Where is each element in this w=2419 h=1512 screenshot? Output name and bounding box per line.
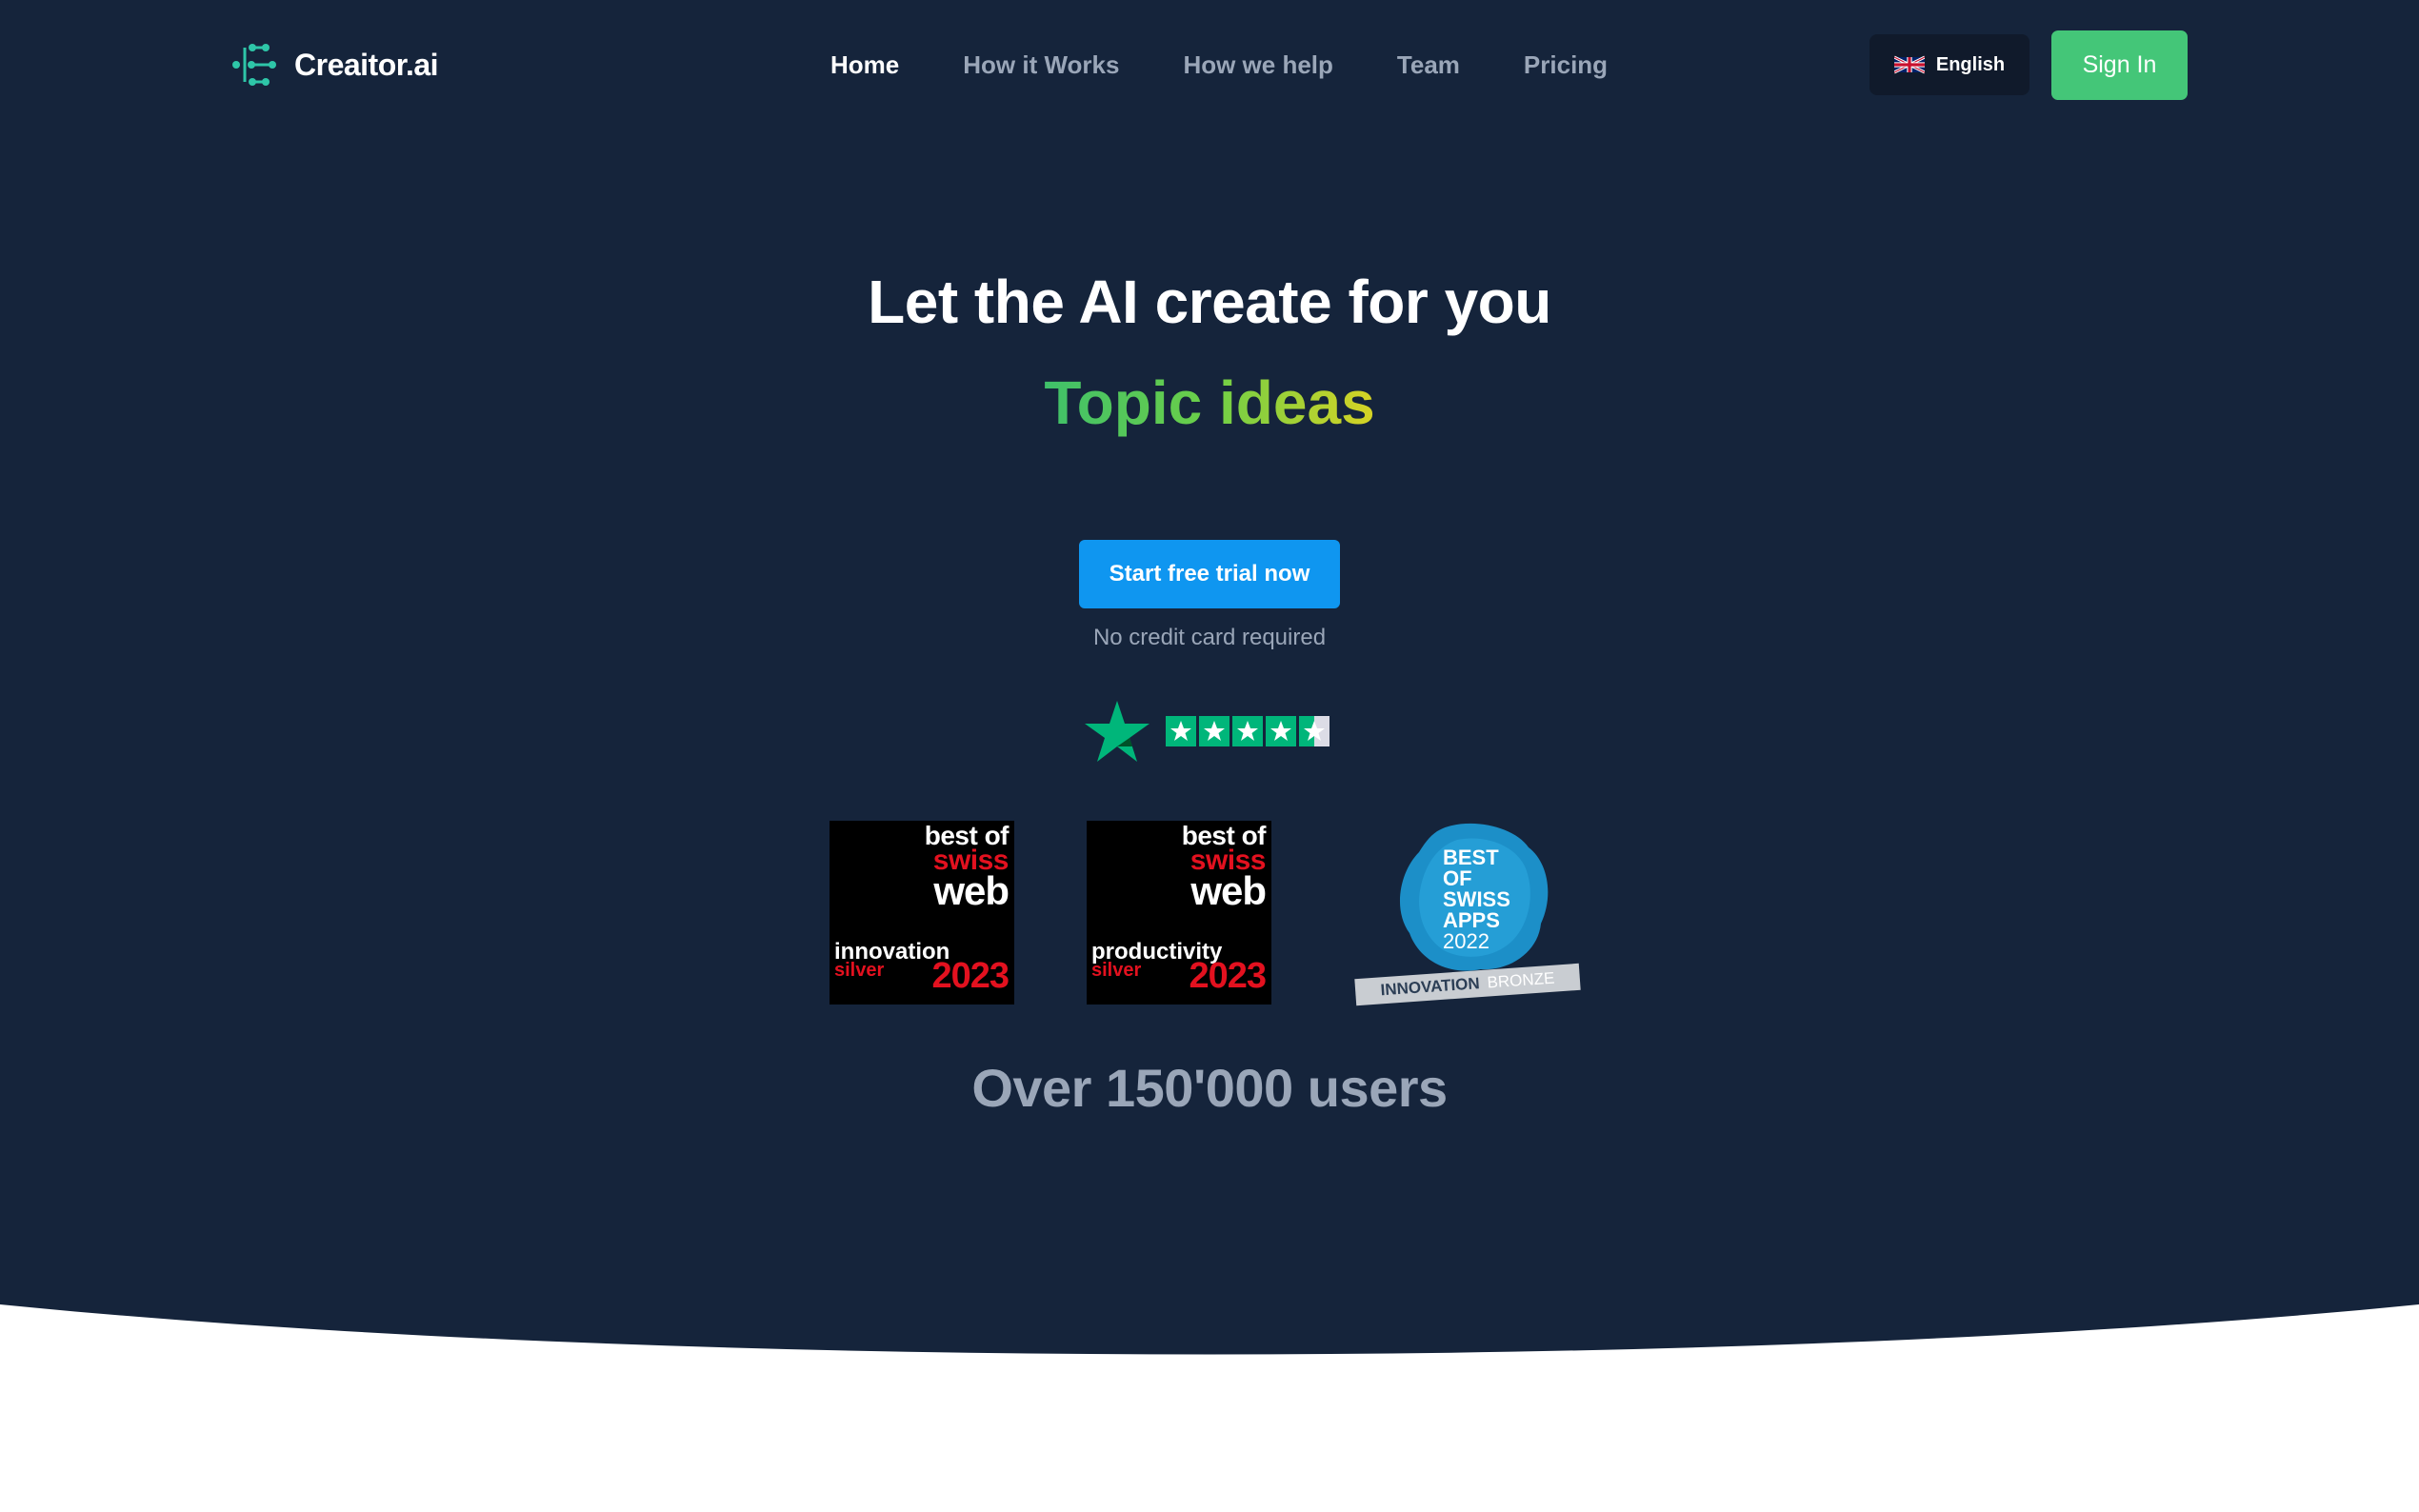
no-credit-card-note: No credit card required — [1092, 625, 1327, 650]
best-of-swiss-web-productivity-badge: best of swiss web productivity silver 20… — [1087, 821, 1271, 1005]
badge-level: silver — [834, 960, 885, 981]
best-of-swiss-web-innovation-badge: best of swiss web innovation silver 2023 — [830, 821, 1014, 1005]
hero-bottom-curve — [0, 1304, 2419, 1390]
badge-line-3: web — [933, 868, 1010, 913]
apps-line: OF — [1443, 866, 1472, 890]
best-of-swiss-apps-badge: BEST OF SWISS APPS 2022 INNOVATION BRONZ… — [1352, 819, 1585, 1015]
sign-in-button[interactable]: Sign In — [2051, 30, 2188, 100]
apps-line: BEST — [1443, 846, 1499, 869]
rating-star-icon — [1199, 716, 1229, 746]
hero-headline: Let the AI create for you — [868, 268, 1551, 336]
rotating-word-text: Topic ideas — [1044, 368, 1375, 437]
trustpilot-star-icon[interactable] — [1085, 701, 1150, 762]
badge-year: 2023 — [1189, 956, 1267, 996]
brand-name: Creaitor.ai — [294, 47, 439, 82]
rating-star-icon — [1266, 716, 1296, 746]
language-label: English — [1935, 53, 2006, 75]
rating-star-icon — [1166, 716, 1196, 746]
main-menu: Home How it Works How we help Team Prici… — [830, 44, 1608, 86]
hero-section — [0, 0, 2419, 1371]
apps-line: APPS — [1443, 908, 1500, 932]
nav-link-how-we-help[interactable]: How we help — [1183, 50, 1332, 80]
start-free-trial-button[interactable]: Start free trial now — [1079, 540, 1340, 608]
ribbon-secondary: BRONZE — [1486, 968, 1555, 992]
badge-line-3: web — [1190, 868, 1267, 913]
language-selector[interactable]: English — [1869, 34, 2029, 95]
nav-link-home[interactable]: Home — [830, 50, 899, 80]
apps-line: SWISS — [1443, 887, 1510, 911]
user-count: Over 150'000 users — [971, 1058, 1448, 1118]
top-navigation: Creaitor.ai Home How it Works How we hel… — [0, 0, 2419, 129]
nav-link-how-it-works[interactable]: How it Works — [963, 50, 1119, 80]
ribbon-primary: INNOVATION — [1379, 974, 1481, 1000]
hero-rotating-word: Topic ideas — [0, 368, 2419, 438]
rating-star-icon — [1232, 716, 1263, 746]
trustpilot-rating[interactable] — [1166, 716, 1329, 746]
swiss-apps-text: BEST OF SWISS APPS 2022 — [1443, 847, 1510, 952]
badge-year: 2023 — [931, 956, 1010, 996]
brand-logo[interactable]: Creaitor.ai — [231, 38, 439, 91]
badge-level: silver — [1091, 960, 1142, 981]
nav-link-team[interactable]: Team — [1397, 50, 1460, 80]
uk-flag-icon — [1893, 55, 1925, 74]
apps-line: 2022 — [1443, 929, 1489, 953]
nav-link-pricing[interactable]: Pricing — [1524, 50, 1608, 80]
logo-mark-icon — [232, 44, 276, 86]
rating-half-star-icon — [1299, 716, 1329, 746]
